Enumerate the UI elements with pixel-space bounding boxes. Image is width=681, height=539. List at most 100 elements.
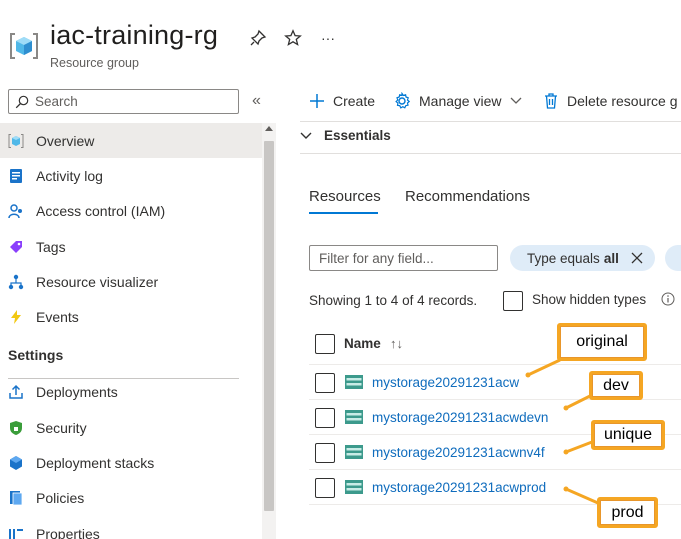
resource-link[interactable]: mystorage20291231acwdevn bbox=[372, 410, 548, 425]
row-checkbox[interactable] bbox=[315, 373, 335, 393]
more-options-button[interactable]: ··· bbox=[318, 28, 338, 48]
resource-link[interactable]: mystorage20291231acwnv4f bbox=[372, 445, 545, 460]
sidebar-item-label: Tags bbox=[36, 238, 66, 255]
pill-value: all bbox=[603, 250, 619, 266]
pin-icon[interactable] bbox=[248, 28, 268, 48]
sidebar-item-events[interactable]: Events bbox=[0, 299, 262, 334]
sidebar-item-label: Activity log bbox=[36, 167, 103, 184]
row-checkbox[interactable] bbox=[315, 408, 335, 428]
type-filter-pill[interactable]: Type equals all bbox=[510, 245, 655, 271]
sidebar-divider bbox=[8, 378, 239, 379]
row-checkbox[interactable] bbox=[315, 478, 335, 498]
resource-link[interactable]: mystorage20291231acw bbox=[372, 375, 519, 390]
gear-icon bbox=[393, 92, 411, 110]
storage-account-icon bbox=[345, 445, 363, 459]
sidebar-item-label: Security bbox=[36, 419, 87, 436]
people-icon bbox=[8, 203, 24, 219]
lightning-icon bbox=[8, 309, 24, 325]
page-subtitle: Resource group bbox=[50, 56, 139, 70]
callout-arrow-dev bbox=[565, 394, 591, 410]
storage-account-icon bbox=[345, 410, 363, 424]
visualizer-icon bbox=[8, 274, 24, 290]
sidebar-item-resource-visualizer[interactable]: Resource visualizer bbox=[0, 264, 262, 299]
stacks-icon bbox=[8, 455, 24, 471]
callout-arrow-prod bbox=[565, 487, 599, 505]
overview-icon bbox=[8, 133, 24, 149]
essentials-toggle[interactable]: Essentials bbox=[300, 128, 391, 143]
properties-icon bbox=[8, 526, 24, 539]
search-icon bbox=[15, 95, 29, 108]
toolbar-separator bbox=[300, 121, 681, 122]
tab-recommendations[interactable]: Recommendations bbox=[405, 188, 530, 205]
show-hidden-label: Show hidden types bbox=[532, 292, 647, 307]
row-checkbox[interactable] bbox=[315, 443, 335, 463]
sort-icon[interactable]: ↑↓ bbox=[390, 336, 403, 351]
shield-icon bbox=[8, 420, 24, 436]
column-header-name[interactable]: Name bbox=[344, 336, 381, 351]
sidebar-item-label: Events bbox=[36, 309, 79, 326]
callout-arrow-original bbox=[527, 358, 561, 377]
manage-view-button[interactable]: Manage view bbox=[393, 90, 522, 112]
sidebar-item-label: Access control (IAM) bbox=[36, 203, 166, 220]
scroll-up-arrow-icon[interactable] bbox=[265, 126, 273, 131]
sidebar-item-tags[interactable]: Tags bbox=[0, 229, 262, 264]
row-divider bbox=[309, 469, 681, 470]
star-icon[interactable] bbox=[283, 28, 303, 48]
sidebar-item-access-control[interactable]: Access control (IAM) bbox=[0, 194, 262, 229]
callout-prod: prod bbox=[597, 497, 658, 528]
sidebar-item-overview[interactable]: Overview bbox=[0, 123, 262, 159]
search-input[interactable] bbox=[35, 94, 225, 109]
sidebar-item-activity-log[interactable]: Activity log bbox=[0, 158, 262, 193]
pill-label: Type equals bbox=[527, 250, 600, 266]
records-count: Showing 1 to 4 of 4 records. bbox=[309, 293, 478, 308]
create-label: Create bbox=[333, 93, 376, 109]
callout-arrow-unique bbox=[565, 440, 593, 454]
trash-icon bbox=[543, 92, 559, 110]
active-tab-indicator bbox=[309, 212, 378, 214]
show-hidden-checkbox[interactable] bbox=[503, 291, 523, 311]
sidebar-item-label: Overview bbox=[36, 132, 95, 149]
sidebar-item-security[interactable]: Security bbox=[0, 410, 262, 445]
storage-account-icon bbox=[345, 480, 363, 494]
sidebar-scroll-thumb[interactable] bbox=[264, 141, 274, 511]
page-title: iac-training-rg bbox=[50, 20, 219, 50]
essentials-label: Essentials bbox=[324, 128, 391, 143]
policies-icon bbox=[8, 490, 24, 506]
chevron-down-icon bbox=[300, 128, 312, 143]
tab-resources[interactable]: Resources bbox=[309, 188, 381, 205]
sidebar-item-label: Properties bbox=[36, 525, 100, 539]
activity-log-icon bbox=[8, 168, 24, 184]
delete-label: Delete resource g bbox=[567, 93, 678, 109]
sidebar-item-properties[interactable]: Properties bbox=[0, 516, 262, 539]
callout-original: original bbox=[557, 323, 647, 361]
chevron-down-icon bbox=[510, 97, 522, 105]
collapse-sidebar-button[interactable]: « bbox=[252, 92, 261, 110]
sidebar-search[interactable] bbox=[8, 89, 239, 114]
sidebar-item-label: Deployments bbox=[36, 384, 118, 401]
callout-unique: unique bbox=[591, 420, 665, 450]
resource-link[interactable]: mystorage20291231acwprod bbox=[372, 480, 546, 495]
callout-dev: dev bbox=[589, 371, 643, 400]
plus-icon bbox=[309, 93, 325, 109]
sidebar-item-policies[interactable]: Policies bbox=[0, 481, 262, 516]
filter-input[interactable] bbox=[309, 245, 498, 271]
sidebar-item-label: Resource visualizer bbox=[36, 273, 159, 290]
sidebar-item-deployment-stacks[interactable]: Deployment stacks bbox=[0, 445, 262, 480]
sidebar-item-label: Deployment stacks bbox=[36, 455, 155, 472]
resource-group-icon bbox=[8, 30, 40, 62]
select-all-checkbox[interactable] bbox=[315, 334, 335, 354]
delete-resource-group-button[interactable]: Delete resource g bbox=[543, 90, 678, 112]
sidebar-item-deployments[interactable]: Deployments bbox=[0, 375, 262, 410]
sidebar-item-label: Policies bbox=[36, 490, 85, 507]
manage-view-label: Manage view bbox=[419, 93, 502, 109]
add-filter-pill[interactable] bbox=[665, 245, 681, 271]
tag-icon bbox=[8, 239, 24, 255]
deployments-icon bbox=[8, 384, 24, 400]
sidebar-nav: Overview Activity log Access control (IA… bbox=[0, 123, 262, 539]
storage-account-icon bbox=[345, 375, 363, 389]
create-button[interactable]: Create bbox=[309, 90, 375, 112]
header-divider bbox=[309, 364, 681, 365]
close-icon[interactable] bbox=[631, 252, 643, 264]
info-icon[interactable] bbox=[661, 292, 675, 306]
essentials-divider bbox=[300, 153, 681, 154]
